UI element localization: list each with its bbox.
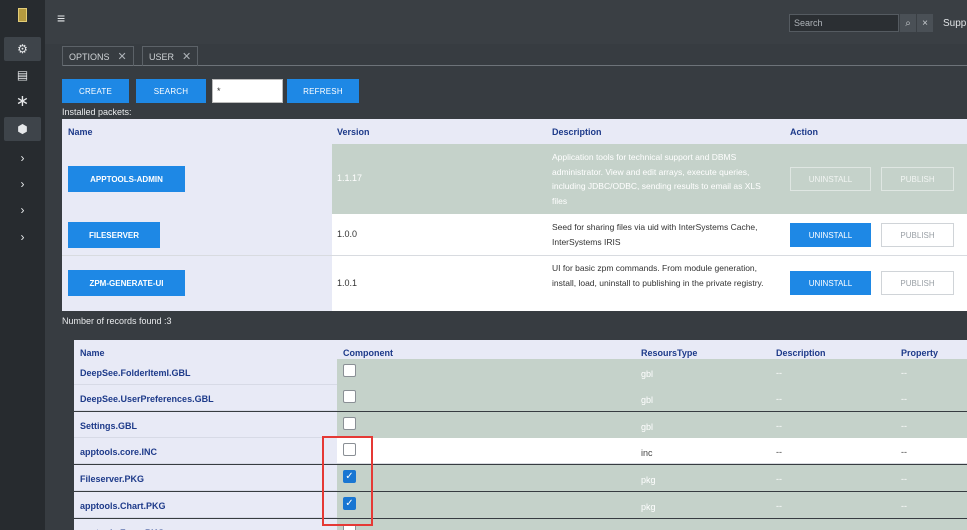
close-icon[interactable]: ✕	[182, 50, 191, 63]
component-property: --	[901, 368, 907, 378]
package-name-button[interactable]: ZPM-GENERATE-UI	[68, 270, 185, 296]
search-icon[interactable]: ⌕	[900, 14, 916, 32]
column-header: Description	[776, 348, 826, 358]
column-header: ResoursType	[641, 348, 698, 358]
table-row: FILESERVER 1.0.0 Seed for sharing files …	[62, 214, 967, 256]
table-row: Settings.GBL gbl -- --	[74, 412, 967, 439]
tab-user[interactable]: USER ✕	[142, 46, 199, 66]
tab-bar: OPTIONS ✕ USER ✕	[62, 44, 967, 66]
component-name: apptools.Chart.PKG	[80, 501, 166, 511]
filter-input[interactable]	[212, 79, 283, 103]
uninstall-button[interactable]: UNINSTALL	[790, 271, 871, 295]
package-description: UI for basic zpm commands. From module g…	[552, 263, 764, 288]
component-property: --	[901, 421, 907, 431]
uninstall-button[interactable]: UNINSTALL	[790, 167, 871, 191]
package-name-button[interactable]: APPTOOLS-ADMIN	[68, 166, 185, 192]
table-row: apptools.Chart.PKG ✓ pkg -- --	[74, 492, 967, 519]
package-version: 1.0.0	[337, 229, 358, 239]
table-row: DeepSee.UserPreferences.GBL gbl -- --	[74, 385, 967, 412]
refresh-button[interactable]: REFRESH	[287, 79, 359, 103]
support-link[interactable]: Supp	[943, 18, 966, 29]
resource-type: pkg	[641, 502, 656, 512]
asterisk-icon[interactable]: ∗	[4, 89, 41, 113]
publish-button[interactable]: PUBLISH	[881, 271, 954, 295]
component-name: Fileserver.PKG	[80, 474, 145, 484]
component-property: --	[901, 394, 907, 404]
package-description: Seed for sharing files via uid with Inte…	[552, 222, 758, 247]
publish-button[interactable]: PUBLISH	[881, 167, 954, 191]
resource-type: gbl	[641, 369, 654, 379]
resource-type: gbl	[641, 395, 654, 405]
package-description: Application tools for technical support …	[552, 152, 761, 206]
table-row: ZPM-GENERATE-UI 1.0.1 UI for basic zpm c…	[62, 256, 967, 311]
uninstall-button[interactable]: UNINSTALL	[790, 223, 871, 247]
table-row: apptools.Form.PKGpkg----	[74, 519, 967, 530]
logo	[0, 0, 45, 30]
resource-type: gbl	[641, 422, 654, 432]
components-table: Name Component ResoursType Description P…	[74, 340, 967, 530]
component-description: --	[776, 394, 782, 404]
column-header: Name	[68, 127, 93, 137]
sidebar: ⚙ ▤ ∗ ⬢ › › › ›	[0, 0, 45, 530]
resource-type: inc	[641, 448, 653, 458]
search-button[interactable]: SEARCH	[136, 79, 206, 103]
column-header: Name	[80, 348, 105, 358]
table-row: Fileserver.PKG ✓ pkg -- --	[74, 465, 967, 492]
package-icon[interactable]: ⬢	[4, 117, 41, 141]
close-icon[interactable]: ×	[917, 14, 933, 32]
package-name-button[interactable]: FILESERVER	[68, 222, 160, 248]
column-header: Action	[790, 127, 818, 137]
component-checkbox[interactable]	[343, 390, 356, 403]
chevron-right-icon[interactable]: ›	[4, 225, 41, 249]
table-row: APPTOOLS-ADMIN 1.1.17 Application tools …	[62, 144, 967, 214]
publish-button[interactable]: PUBLISH	[881, 223, 954, 247]
component-name: apptools.core.INC	[80, 447, 158, 457]
tab-label: OPTIONS	[69, 51, 110, 62]
component-name: Settings.GBL	[80, 421, 138, 431]
component-property: --	[901, 474, 907, 484]
search-input[interactable]	[789, 14, 899, 32]
package-version: 1.1.17	[337, 173, 363, 183]
component-property: --	[901, 501, 907, 511]
chevron-right-icon[interactable]: ›	[4, 146, 41, 170]
table-row: DeepSee.FolderItemI.GBL gbl -- --	[74, 359, 967, 386]
chevron-right-icon[interactable]: ›	[4, 198, 41, 222]
package-version: 1.0.1	[337, 278, 358, 288]
column-header: Component	[343, 348, 393, 358]
component-name: DeepSee.UserPreferences.GBL	[80, 394, 214, 404]
component-description: --	[776, 501, 782, 511]
chevron-right-icon[interactable]: ›	[4, 172, 41, 196]
tab-options[interactable]: OPTIONS ✕	[62, 46, 134, 66]
component-description: --	[776, 368, 782, 378]
records-count: Number of records found :3	[62, 316, 172, 326]
component-name: DeepSee.FolderItemI.GBL	[80, 368, 191, 378]
close-icon[interactable]: ✕	[118, 50, 127, 63]
top-bar: ≡ ⌕ × Supp	[45, 0, 967, 44]
component-description: --	[776, 474, 782, 484]
highlight-annotation	[322, 436, 373, 526]
tab-label: USER	[149, 51, 175, 62]
component-property: --	[901, 447, 907, 457]
column-header: Property	[901, 348, 939, 358]
hamburger-menu-icon[interactable]: ≡	[57, 11, 65, 25]
column-header: Description	[552, 127, 602, 137]
settings-gear-icon[interactable]: ⚙	[4, 37, 41, 61]
component-checkbox[interactable]	[343, 364, 356, 377]
component-description: --	[776, 421, 782, 431]
resource-type: pkg	[641, 475, 656, 485]
table-row: apptools.core.INC inc -- --	[74, 438, 967, 465]
list-icon[interactable]: ▤	[4, 63, 41, 87]
installed-packets-label: Installed packets:	[62, 107, 132, 117]
component-checkbox[interactable]	[343, 417, 356, 430]
create-button[interactable]: CREATE	[62, 79, 129, 103]
table-header: Name Version Description Action	[62, 119, 967, 144]
column-header: Version	[337, 127, 370, 137]
component-description: --	[776, 447, 782, 457]
